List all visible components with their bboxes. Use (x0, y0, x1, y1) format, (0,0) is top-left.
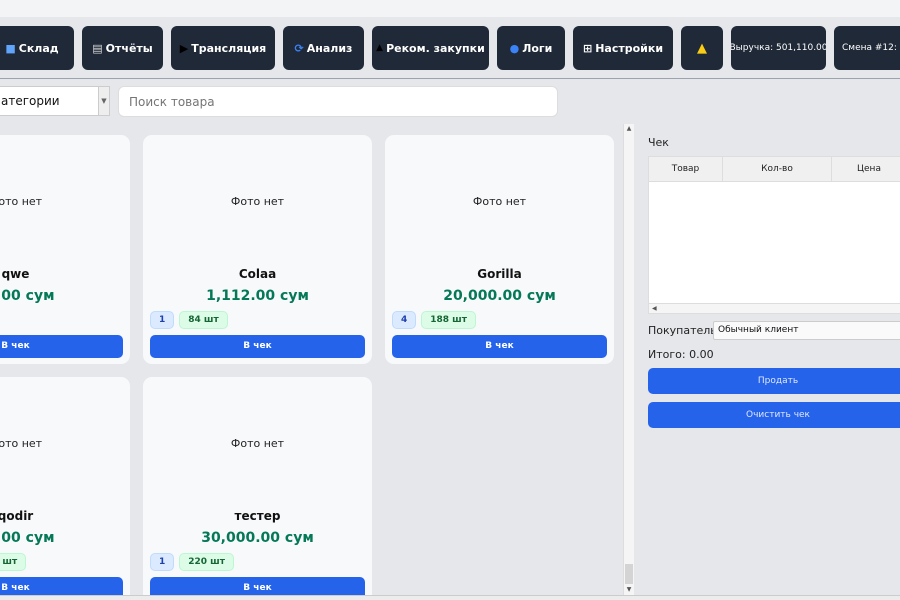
info-icon: ● (509, 41, 520, 55)
product-price: 20,000.00 сум (443, 288, 556, 304)
purchases-button[interactable]: ▲ Реком. закупки (372, 26, 489, 70)
scroll-up-icon[interactable]: ▲ (624, 124, 634, 134)
customer-label: Покупатель: (648, 324, 721, 337)
product-scrollbar[interactable]: ▲ ▼ (623, 124, 634, 595)
category-badge: 1 (150, 553, 175, 571)
revenue-display: Выручка: 501,110.00 (731, 26, 826, 70)
photo-placeholder: Фото нет (230, 437, 285, 450)
product-price: 22.00 сум (0, 288, 55, 304)
document-icon: ▤ (92, 41, 103, 55)
settings-button[interactable]: ⊞ Настройки (573, 26, 673, 70)
total-label: Итого: 0.00 (648, 348, 714, 361)
refresh-icon: ⟳ (294, 41, 304, 55)
scroll-left-icon[interactable]: ◀ (652, 305, 657, 312)
photo-placeholder: Фото нет (0, 437, 43, 450)
category-badge: 4 (392, 311, 417, 329)
warehouse-button[interactable]: ■ Склад (0, 26, 74, 70)
grid-icon: ⊞ (582, 41, 593, 55)
search-input[interactable] (118, 86, 558, 117)
triangle-up-icon: ▲ (376, 43, 384, 53)
column-header[interactable]: Товар (649, 157, 723, 181)
status-bar (0, 595, 900, 600)
broadcast-button[interactable]: ▶ Трансляция (171, 26, 275, 70)
category-select[interactable]: атегории ▼ (0, 86, 110, 116)
add-to-receipt-button[interactable]: В чек (0, 577, 123, 595)
reports-button[interactable]: ▤ Отчёты (82, 26, 163, 70)
title-strip (0, 0, 900, 17)
stock-badge: 84 шт (179, 311, 228, 329)
clear-receipt-button[interactable]: Очистить чек (648, 402, 900, 428)
warning-icon: ▲ (697, 40, 707, 56)
product-price: 1,112.00 сум (206, 288, 309, 304)
stock-badge: 0 шт (0, 553, 27, 571)
product-card: Фото нет Gorilla 20,000.00 сум 4 188 шт В… (384, 134, 615, 365)
product-name: qodir (0, 509, 34, 523)
product-card: Фото нет тестер 30,000.00 сум 1 220 шт В … (142, 376, 373, 595)
scroll-down-icon[interactable]: ▼ (624, 585, 634, 595)
customer-select[interactable]: Обычный клиент (713, 321, 900, 340)
photo-placeholder: Фото нет (0, 195, 43, 208)
add-to-receipt-button[interactable]: В чек (150, 577, 365, 595)
folder-icon: ■ (5, 41, 16, 55)
product-card: Фото нет Colaa 1,112.00 сум 1 84 шт В чек (142, 134, 373, 365)
stock-badge: 188 шт (421, 311, 476, 329)
logs-button[interactable]: ● Логи (497, 26, 565, 70)
play-icon: ▶ (179, 41, 189, 55)
add-to-receipt-button[interactable]: В чек (392, 335, 607, 358)
stock-badge: 220 шт (179, 553, 234, 571)
product-card: Фото нет qwe 22.00 сум В чек (0, 134, 131, 365)
toolbar: ■ Склад ▤ Отчёты ▶ Трансляция ⟳ Анализ ▲ Реко… (0, 17, 900, 79)
receipt-title: Чек (648, 136, 669, 149)
product-name: Colaa (238, 267, 277, 281)
scroll-thumb[interactable] (625, 564, 633, 584)
product-price: 00.00 сум (0, 530, 55, 546)
receipt-table: Товар Кол-во Цена ◀ (648, 156, 900, 314)
table-hscrollbar[interactable]: ◀ (649, 303, 900, 313)
product-grid: Фото нет qwe 22.00 сум В чек Фото нет Co… (0, 124, 623, 595)
sell-button[interactable]: Продать (648, 368, 900, 394)
column-header[interactable]: Кол-во (723, 157, 832, 181)
chevron-down-icon: ▼ (98, 87, 109, 115)
product-price: 30,000.00 сум (201, 530, 314, 546)
warning-button[interactable]: ▲ (681, 26, 723, 70)
product-name: qwe (1, 267, 30, 281)
product-name: Gorilla (477, 267, 522, 281)
product-name: тестер (234, 509, 281, 523)
photo-placeholder: Фото нет (230, 195, 285, 208)
category-badge: 1 (150, 311, 175, 329)
shift-display: Смена #12: ma (834, 26, 900, 70)
add-to-receipt-button[interactable]: В чек (150, 335, 365, 358)
add-to-receipt-button[interactable]: В чек (0, 335, 123, 358)
product-card: Фото нет qodir 00.00 сум 0 шт В чек (0, 376, 131, 595)
column-header[interactable]: Цена (832, 157, 900, 181)
analysis-button[interactable]: ⟳ Анализ (283, 26, 364, 70)
photo-placeholder: Фото нет (472, 195, 527, 208)
